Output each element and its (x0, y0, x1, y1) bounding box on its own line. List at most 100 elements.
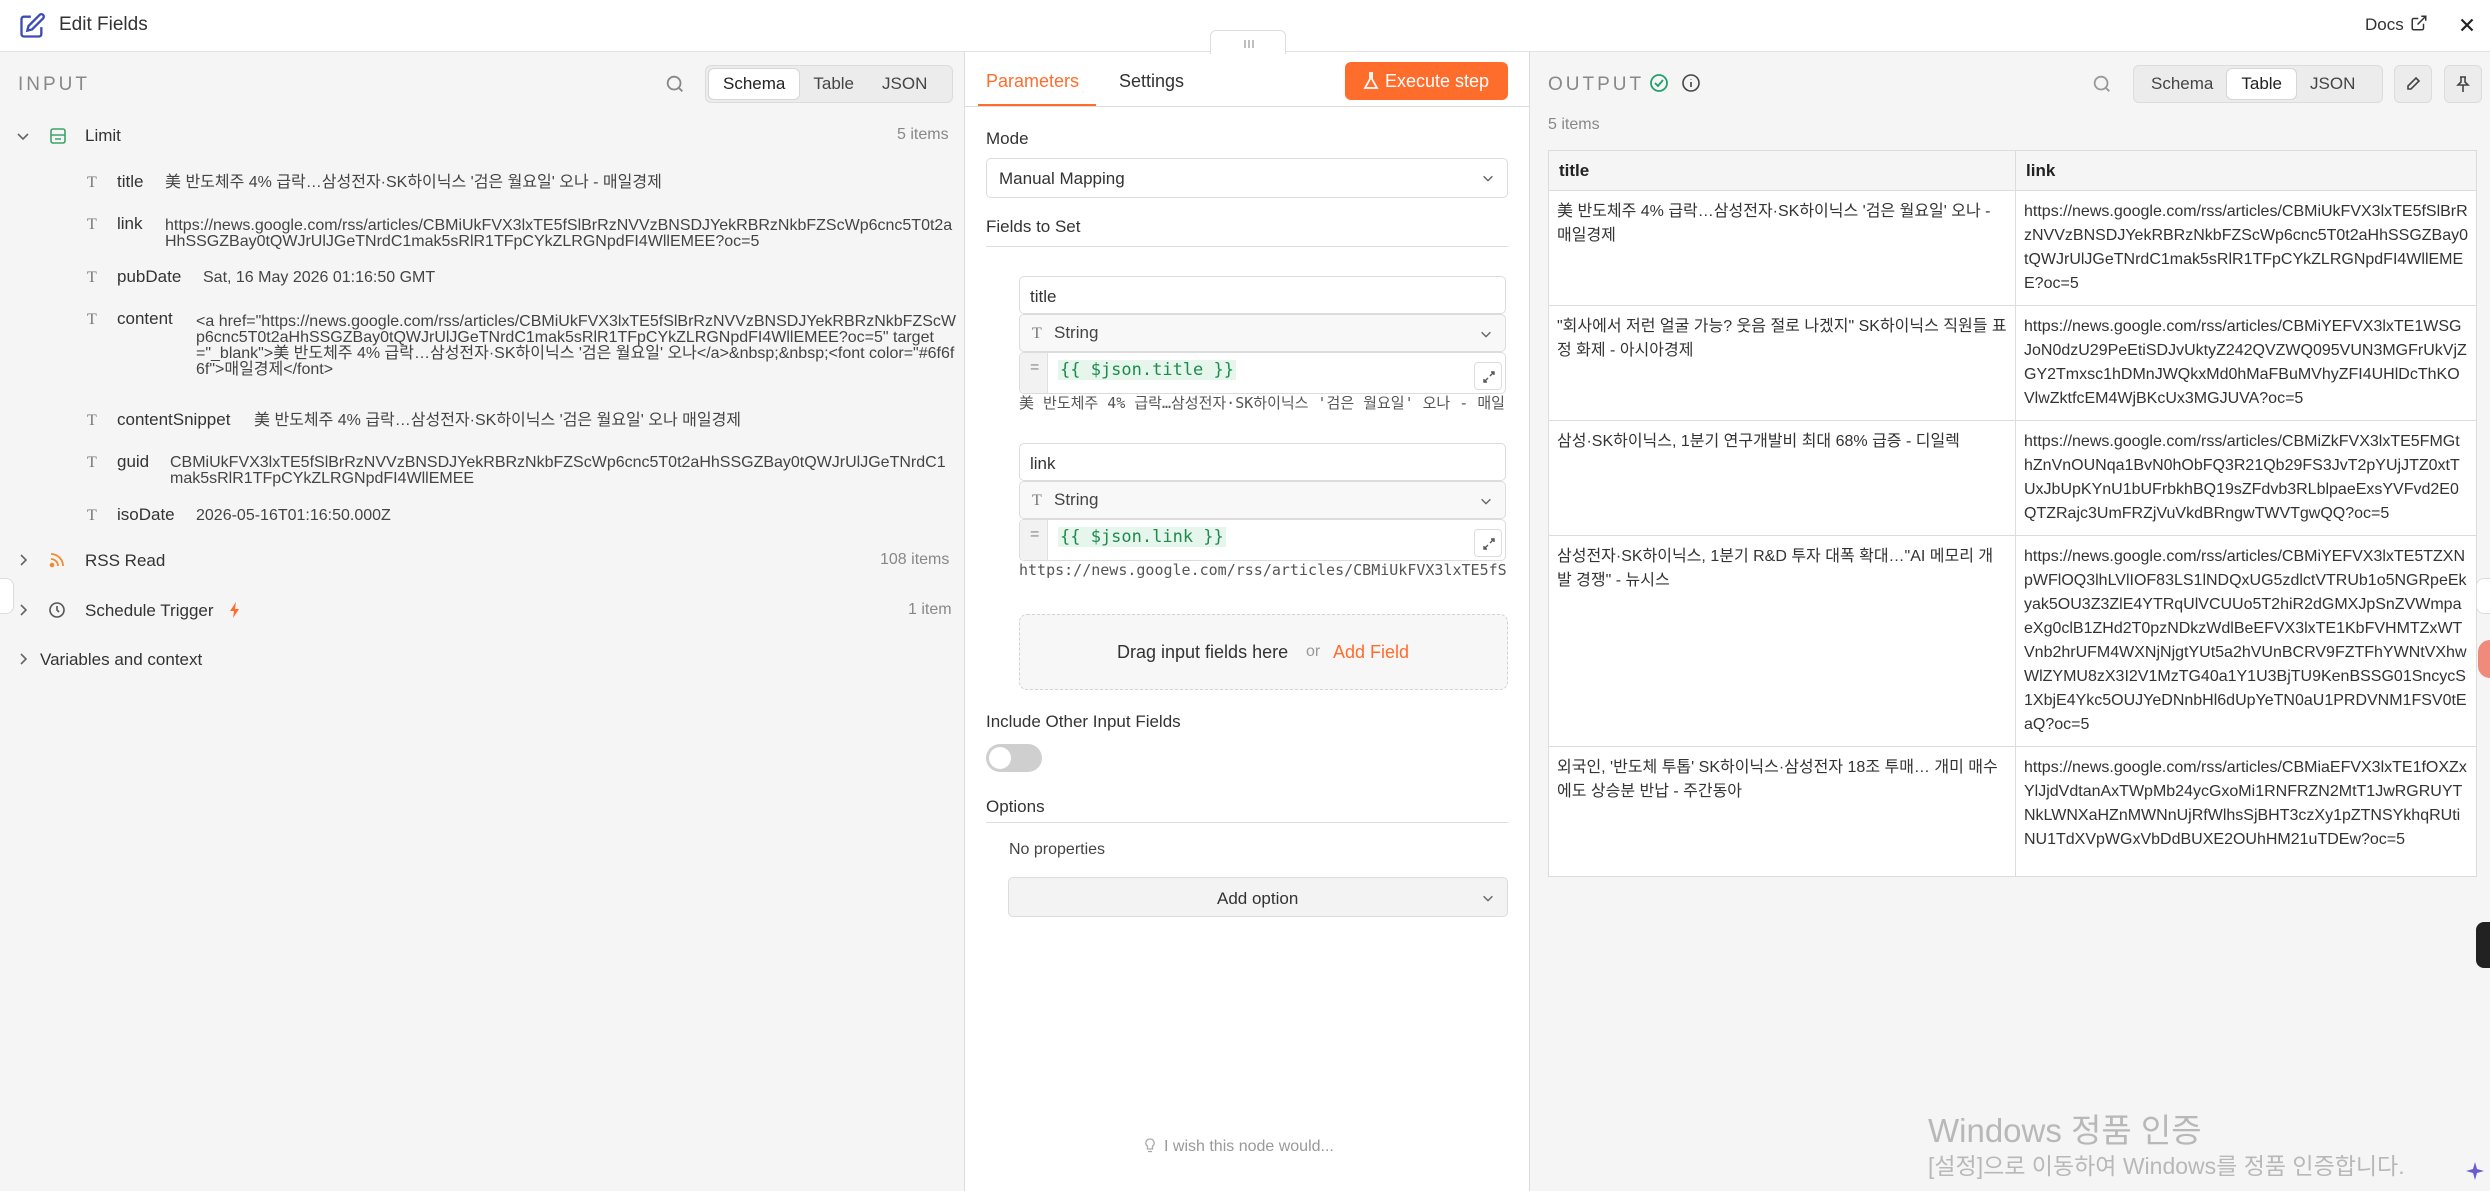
expand-icon (1483, 538, 1495, 550)
node-limit-label[interactable]: Limit (85, 126, 121, 146)
close-icon[interactable] (2456, 14, 2478, 36)
drag-or: or (1306, 643, 1321, 660)
info-icon[interactable] (1681, 73, 1701, 93)
tab-settings[interactable]: Settings (1119, 71, 1184, 92)
pencil-icon (2407, 76, 2421, 90)
sparkle-icon[interactable] (2464, 1160, 2486, 1182)
tab-parameters[interactable]: Parameters (986, 71, 1079, 92)
expression-preview: https://news.google.com/rss/articles/CBM… (1019, 561, 1506, 579)
chevron-right-icon[interactable] (15, 552, 31, 568)
table-row: 삼성전자·SK하이닉스, 1분기 R&D 투자 대폭 확대…"AI 메모리 개발… (1548, 535, 2477, 747)
cell-link[interactable]: https://news.google.com/rss/articles/CBM… (2015, 420, 2477, 536)
lightbulb-icon (1145, 1138, 1155, 1153)
field-key-content[interactable]: content (117, 309, 173, 329)
execute-step-button[interactable]: Execute step (1345, 62, 1508, 100)
field-type-select[interactable]: T String (1019, 481, 1506, 519)
input-panel-label: INPUT (18, 74, 90, 95)
cell-link[interactable]: https://news.google.com/rss/articles/CBM… (2015, 535, 2477, 747)
item-count: 1 item (908, 601, 952, 618)
field-key-title[interactable]: title (117, 172, 143, 192)
variables-and-context[interactable]: Variables and context (40, 650, 202, 670)
table-row: 美 반도체주 4% 급락…삼성전자·SK하이닉스 '검은 월요일' 오나 - 매… (1548, 190, 2477, 306)
item-count: 108 items (880, 551, 950, 568)
output-tab-schema[interactable]: Schema (2137, 69, 2227, 99)
panel-drag-handle[interactable] (1210, 30, 1286, 54)
rss-icon (49, 553, 64, 568)
chevron-down-icon[interactable] (15, 128, 31, 144)
expand-expression-button[interactable] (1474, 362, 1502, 390)
field-name-input[interactable]: link (1019, 443, 1506, 481)
field-key-pubdate[interactable]: pubDate (117, 267, 181, 287)
cell-link[interactable]: https://news.google.com/rss/articles/CBM… (2015, 746, 2477, 877)
include-other-fields-toggle[interactable] (986, 744, 1042, 772)
chevron-down-icon (1483, 175, 1493, 182)
cell-title[interactable]: 삼성전자·SK하이닉스, 1분기 R&D 투자 대폭 확대…"AI 메모리 개발… (1548, 535, 2016, 747)
watermark-title: Windows 정품 인증 (1928, 1112, 2202, 1149)
field-name-input[interactable]: title (1019, 276, 1506, 314)
field-key-isodate[interactable]: isoDate (117, 505, 175, 525)
cell-link[interactable]: https://news.google.com/rss/articles/CBM… (2015, 305, 2477, 421)
equals-icon: = (1030, 359, 1040, 376)
expression-text: {{ $json.title }} (1058, 360, 1236, 380)
external-link-icon[interactable] (2410, 14, 2428, 32)
side-avatar[interactable] (2478, 640, 2490, 678)
toggle-knob (989, 747, 1011, 769)
chevron-right-icon[interactable] (15, 602, 31, 618)
success-check-icon (1650, 74, 1668, 92)
field-dropzone[interactable]: Drag input fields here or Add Field (1019, 614, 1508, 690)
mode-select[interactable]: Manual Mapping (986, 158, 1508, 198)
input-tab-table[interactable]: Table (799, 69, 868, 99)
field-value-expression[interactable]: = {{ $json.link }} (1019, 519, 1506, 561)
collapse-panel-handle[interactable] (0, 578, 14, 614)
pin-data-button[interactable] (2444, 65, 2482, 103)
clock-icon (49, 602, 65, 618)
search-icon[interactable] (2091, 73, 2113, 95)
field-value-expression[interactable]: = {{ $json.title }} (1019, 352, 1506, 394)
edit-output-button[interactable] (2394, 65, 2432, 103)
input-tab-schema[interactable]: Schema (709, 69, 800, 99)
add-field-button[interactable]: Add Field (1333, 642, 1409, 663)
column-header-link[interactable]: link (2015, 150, 2477, 191)
table-row: 삼성·SK하이닉스, 1분기 연구개발비 최대 68% 급증 - 디일렉 htt… (1548, 420, 2477, 536)
expand-expression-button[interactable] (1474, 529, 1502, 557)
lightning-bolt-icon (230, 602, 239, 618)
column-header-title[interactable]: title (1548, 150, 2016, 191)
string-type-icon: T (87, 216, 97, 233)
cell-title[interactable]: 美 반도체주 4% 급락…삼성전자·SK하이닉스 '검은 월요일' 오나 - 매… (1548, 190, 2016, 306)
side-handle[interactable] (2476, 578, 2490, 614)
field-key-link[interactable]: link (117, 214, 143, 234)
cell-title[interactable]: 외국인, '반도체 투톱' SK하이닉스·삼성전자 18조 투매… 개미 매수에… (1548, 746, 2016, 877)
field-type-select[interactable]: T String (1019, 314, 1506, 352)
field-value-content: <a href="https://news.google.com/rss/art… (196, 313, 956, 378)
edit-icon (20, 13, 45, 38)
node-rss-read-label[interactable]: RSS Read (85, 551, 165, 571)
field-key-contentsnippet[interactable]: contentSnippet (117, 410, 230, 430)
chevron-down-icon (1481, 331, 1491, 338)
node-title[interactable]: Edit Fields (59, 14, 148, 36)
field-value-guid: CBMiUkFVX3lxTE5fSlBrRzNVVzBNSDJYekRBRzNk… (170, 454, 946, 487)
drag-grip-icon (1244, 40, 1254, 48)
string-type-icon: T (87, 174, 97, 191)
drag-hint: Drag input fields here (1117, 642, 1289, 662)
chevron-down-icon (1481, 498, 1491, 505)
side-toolbar-handle[interactable] (2476, 922, 2490, 968)
output-items-count: 5 items (1548, 116, 1600, 133)
output-tab-table[interactable]: Table (2227, 69, 2297, 99)
node-schedule-trigger-label[interactable]: Schedule Trigger (85, 601, 214, 621)
field-value-title: 美 반도체주 4% 급락…삼성전자·SK하이닉스 '검은 월요일' 오나 - 매… (165, 174, 662, 191)
cell-title[interactable]: "회사에서 저런 얼굴 가능? 웃음 절로 나겠지" SK하이닉스 직원들 표정… (1548, 305, 2016, 421)
string-type-icon: T (87, 412, 97, 429)
output-tab-json[interactable]: JSON (2296, 69, 2369, 99)
field-key-guid[interactable]: guid (117, 452, 149, 472)
equals-icon: = (1030, 526, 1040, 543)
search-icon[interactable] (664, 73, 686, 95)
cell-title[interactable]: 삼성·SK하이닉스, 1분기 연구개발비 최대 68% 급증 - 디일렉 (1548, 420, 2016, 536)
chevron-right-icon[interactable] (15, 651, 31, 667)
add-option-select[interactable]: Add option (1008, 877, 1508, 917)
cell-link[interactable]: https://news.google.com/rss/articles/CBM… (2015, 190, 2477, 306)
docs-link[interactable]: Docs (2365, 15, 2404, 35)
input-tab-json[interactable]: JSON (868, 69, 941, 99)
limit-node-icon (50, 128, 66, 144)
expression-text: {{ $json.link }} (1058, 527, 1226, 547)
feedback-link[interactable]: I wish this node would... (1164, 1138, 1334, 1156)
